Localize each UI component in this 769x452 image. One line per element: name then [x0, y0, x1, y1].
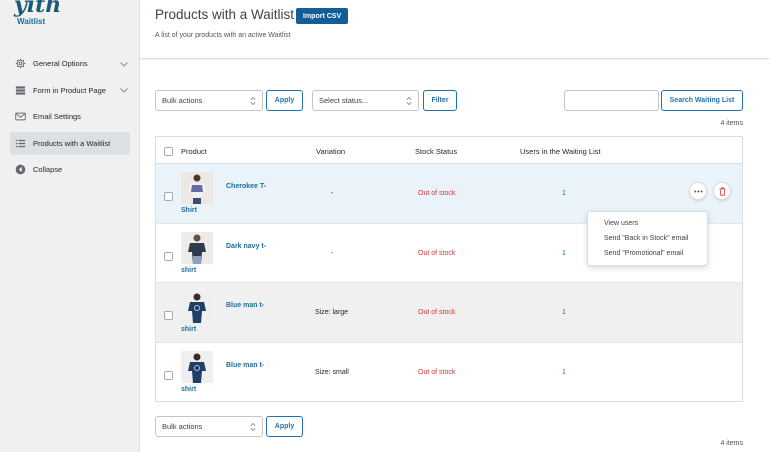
product-name-link[interactable]: Blue man t-	[226, 362, 264, 369]
stock-status-cell: Out of stock	[418, 368, 456, 376]
collapse-arrow-icon	[15, 164, 26, 175]
items-count: 4 items	[720, 120, 743, 127]
column-header-product[interactable]: Product	[181, 147, 207, 156]
sidebar-item-collapse[interactable]: Collapse	[10, 158, 130, 181]
product-name-link[interactable]: Shirt	[181, 207, 197, 214]
brand-name: Waitlist	[17, 17, 46, 26]
status-select-value: Select status...	[319, 96, 369, 105]
table-row[interactable]: Blue man t- shirt Size: small Out of sto…	[156, 343, 742, 403]
chevron-down-icon	[118, 59, 130, 69]
row-checkbox[interactable]	[164, 192, 173, 201]
product-thumbnail[interactable]	[181, 291, 213, 323]
list-icon	[15, 138, 26, 149]
product-thumbnail[interactable]	[181, 231, 213, 264]
select-arrows-icon	[250, 96, 256, 108]
users-count-link[interactable]: 1	[562, 309, 566, 316]
variation-cell: -	[331, 249, 334, 257]
sidebar-menu: General Options Form in Product Page Ema	[10, 52, 130, 185]
status-select[interactable]: Select status...	[312, 90, 419, 111]
sidebar-item-email-settings[interactable]: Email Settings	[10, 105, 130, 128]
page-title: Products with a Waitlist	[155, 7, 295, 22]
sidebar-item-label: Form in Product Page	[33, 85, 106, 95]
product-name-link[interactable]: shirt	[181, 267, 196, 274]
page-header: Products with a Waitlist Import CSV A li…	[140, 0, 769, 59]
select-all-checkbox[interactable]	[164, 147, 173, 156]
sidebar: yith Waitlist General Options Form in Pr…	[0, 0, 140, 452]
envelope-icon	[15, 111, 26, 122]
brand-logo: yith	[14, 0, 62, 18]
variation-cell: -	[331, 190, 334, 197]
bulk-actions-value: Bulk actions	[162, 422, 203, 431]
stock-status-cell: Out of stock	[418, 190, 456, 197]
import-csv-button[interactable]: Import CSV	[296, 8, 349, 24]
variation-cell: Size: large	[315, 309, 349, 316]
users-count-link[interactable]: 1	[562, 250, 566, 257]
chevron-down-icon	[118, 85, 130, 95]
bulk-actions-select-bottom[interactable]: Bulk actions	[155, 416, 263, 437]
product-name-link[interactable]: Cherokee T-	[226, 183, 266, 190]
sidebar-item-label: Collapse	[33, 165, 63, 174]
row-checkbox[interactable]	[164, 251, 173, 261]
table-header: Product Variation Stock Status Users in …	[156, 137, 742, 164]
bulk-actions-select[interactable]: Bulk actions	[155, 90, 263, 111]
product-name-link[interactable]: Dark navy t-	[226, 243, 266, 250]
main-area: Products with a Waitlist Import CSV A li…	[140, 0, 769, 452]
sidebar-item-label: Products with a Waitlist	[33, 138, 111, 148]
app-window: yith Waitlist General Options Form in Pr…	[0, 0, 769, 452]
column-header-users[interactable]: Users in the Waiting List	[520, 147, 601, 156]
product-name-link[interactable]: Blue man t-	[226, 302, 264, 309]
sidebar-item-products-with-a-waitlist[interactable]: Products with a Waitlist	[10, 131, 130, 155]
variation-cell: Size: small	[315, 368, 349, 376]
sidebar-item-label: General Options	[33, 59, 88, 68]
menu-item-send-promotional[interactable]: Send "Promotional" email	[604, 250, 683, 257]
product-name-link[interactable]: shirt	[181, 386, 196, 393]
apply-button-bottom[interactable]: Apply	[266, 416, 303, 437]
table-row[interactable]: Blue man t- shirt Size: large Out of sto…	[156, 283, 742, 343]
waitlist-table: Product Variation Stock Status Users in …	[155, 136, 743, 402]
ellipsis-icon[interactable]	[689, 182, 707, 200]
search-input[interactable]	[564, 90, 659, 111]
sidebar-item-label: Email Settings	[33, 112, 81, 121]
gear-icon	[15, 58, 26, 69]
page-description: A list of your products with an active W…	[155, 32, 291, 39]
menu-item-view-users[interactable]: View users	[604, 220, 638, 227]
product-thumbnail[interactable]	[181, 172, 213, 204]
product-name-link[interactable]: shirt	[181, 326, 196, 333]
search-waiting-list-button[interactable]: Search Waiting List	[661, 90, 743, 111]
row-checkbox[interactable]	[164, 370, 173, 380]
menu-item-send-back-in-stock[interactable]: Send "Back in Stock" email	[604, 235, 688, 242]
users-count-link[interactable]: 1	[562, 190, 566, 197]
select-arrows-icon	[250, 422, 256, 434]
sidebar-item-general-options[interactable]: General Options	[10, 52, 130, 75]
product-thumbnail[interactable]	[181, 350, 213, 383]
users-count-link[interactable]: 1	[562, 369, 566, 376]
stock-status-cell: Out of stock	[418, 249, 456, 257]
layers-icon	[15, 85, 26, 96]
row-checkbox[interactable]	[164, 311, 173, 320]
sidebar-item-form-in-product-page[interactable]: Form in Product Page	[10, 79, 130, 102]
select-arrows-icon	[406, 96, 412, 108]
bulk-actions-value: Bulk actions	[162, 96, 203, 105]
row-actions-menu: View users Send "Back in Stock" email Se…	[587, 211, 708, 266]
items-count-bottom: 4 items	[720, 440, 743, 447]
stock-status-cell: Out of stock	[418, 309, 456, 316]
apply-button[interactable]: Apply	[266, 90, 303, 111]
column-header-variation[interactable]: Variation	[316, 147, 345, 156]
filter-button[interactable]: Filter	[423, 90, 457, 111]
column-header-stock-status[interactable]: Stock Status	[415, 147, 457, 156]
trash-icon[interactable]	[713, 182, 731, 200]
